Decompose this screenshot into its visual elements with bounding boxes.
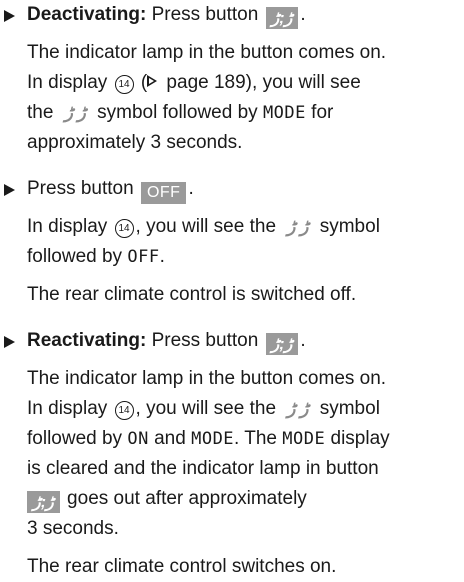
text: ( bbox=[135, 72, 148, 93]
step-line: followed by ON and MODE. The MODE displa… bbox=[27, 424, 464, 454]
step-label: Reactivating: bbox=[27, 330, 147, 351]
text: followed by bbox=[27, 246, 128, 267]
step-line: 3 seconds. bbox=[27, 518, 119, 539]
button-glyph: ڑ;ڑ bbox=[33, 494, 55, 511]
mode-label: MODE bbox=[262, 103, 306, 123]
punct: . bbox=[188, 178, 194, 199]
climate-button-icon: ڑ;ڑ bbox=[265, 333, 299, 355]
rear-climate-symbol-icon: ڑ ڑ bbox=[287, 399, 309, 418]
text: page 189), you will see bbox=[161, 72, 361, 93]
step-line: The rear climate control switches on. bbox=[27, 556, 337, 577]
step-line: approximately 3 seconds. bbox=[27, 132, 243, 153]
text: display bbox=[325, 428, 390, 449]
text: the bbox=[27, 102, 59, 123]
step-line: Reactivating: Press button ڑ;ڑ. bbox=[27, 326, 464, 356]
step-text: Press button bbox=[27, 178, 139, 199]
step-line: The indicator lamp in the button comes o… bbox=[27, 42, 387, 63]
step-line: In display 14 ( page 189), you will see bbox=[27, 68, 464, 98]
button-glyph: ڑ;ڑ bbox=[271, 10, 294, 27]
manual-page: Deactivating: Press button ڑ;ڑ. The indi… bbox=[0, 0, 464, 577]
text: goes out after approximately bbox=[61, 488, 307, 509]
step-line: The rear climate control is switched off… bbox=[27, 284, 357, 305]
text: for bbox=[305, 102, 334, 123]
button-glyph: ڑ;ڑ bbox=[271, 336, 294, 353]
step-text: Press button bbox=[146, 330, 264, 351]
text: , you will see the bbox=[135, 216, 282, 237]
step-bullet-icon bbox=[4, 336, 15, 348]
text: symbol followed by bbox=[91, 102, 263, 123]
text: followed by bbox=[27, 428, 128, 449]
text: , you will see the bbox=[135, 398, 282, 419]
step-line: Deactivating: Press button ڑ;ڑ. bbox=[27, 0, 464, 30]
rear-climate-symbol-icon: ڑ ڑ bbox=[287, 217, 309, 236]
on-label: ON bbox=[127, 429, 149, 449]
step-line: In display 14, you will see the ڑ ڑ symb… bbox=[27, 212, 464, 242]
punct: . bbox=[300, 4, 306, 25]
step-deactivating: Deactivating: Press button ڑ;ڑ. The indi… bbox=[0, 0, 464, 158]
off-label: OFF bbox=[127, 247, 160, 267]
page-ref-icon bbox=[147, 75, 158, 87]
climate-button-icon: ڑ;ڑ bbox=[265, 7, 299, 29]
step-line: The indicator lamp in the button comes o… bbox=[27, 368, 387, 389]
text: symbol bbox=[314, 216, 380, 237]
step-line: followed by OFF. bbox=[27, 242, 464, 272]
display-number-badge: 14 bbox=[114, 219, 134, 238]
text: . The bbox=[234, 428, 283, 449]
step-line: the ڑ ڑ symbol followed by MODE for bbox=[27, 98, 464, 128]
step-line: Press button OFF. bbox=[27, 174, 464, 204]
text: and bbox=[148, 428, 192, 449]
text: symbol bbox=[314, 398, 380, 419]
step-label: Deactivating: bbox=[27, 4, 147, 25]
text: . bbox=[159, 246, 165, 267]
step-text: Press button bbox=[146, 4, 264, 25]
step-line: In display 14, you will see the ڑ ڑ symb… bbox=[27, 394, 464, 424]
display-number-badge: 14 bbox=[114, 401, 134, 420]
step-line: is cleared and the indicator lamp in but… bbox=[27, 458, 379, 479]
mode-label: MODE bbox=[282, 429, 326, 449]
off-button: OFF bbox=[140, 182, 187, 204]
text: In display bbox=[27, 216, 113, 237]
step-bullet-icon bbox=[4, 184, 15, 196]
step-bullet-icon bbox=[4, 10, 15, 22]
rear-climate-symbol-icon: ڑ ڑ bbox=[64, 103, 86, 122]
mode-label: MODE bbox=[191, 429, 235, 449]
text: In display bbox=[27, 398, 113, 419]
climate-button-icon: ڑ;ڑ bbox=[27, 491, 60, 513]
step-off: Press button OFF. In display 14, you wil… bbox=[0, 174, 464, 310]
step-line: ڑ;ڑ goes out after approximately bbox=[27, 484, 464, 514]
step-reactivating: Reactivating: Press button ڑ;ڑ. The indi… bbox=[0, 326, 464, 582]
punct: . bbox=[300, 330, 306, 351]
display-number-badge: 14 bbox=[114, 75, 134, 94]
text: In display bbox=[27, 72, 113, 93]
